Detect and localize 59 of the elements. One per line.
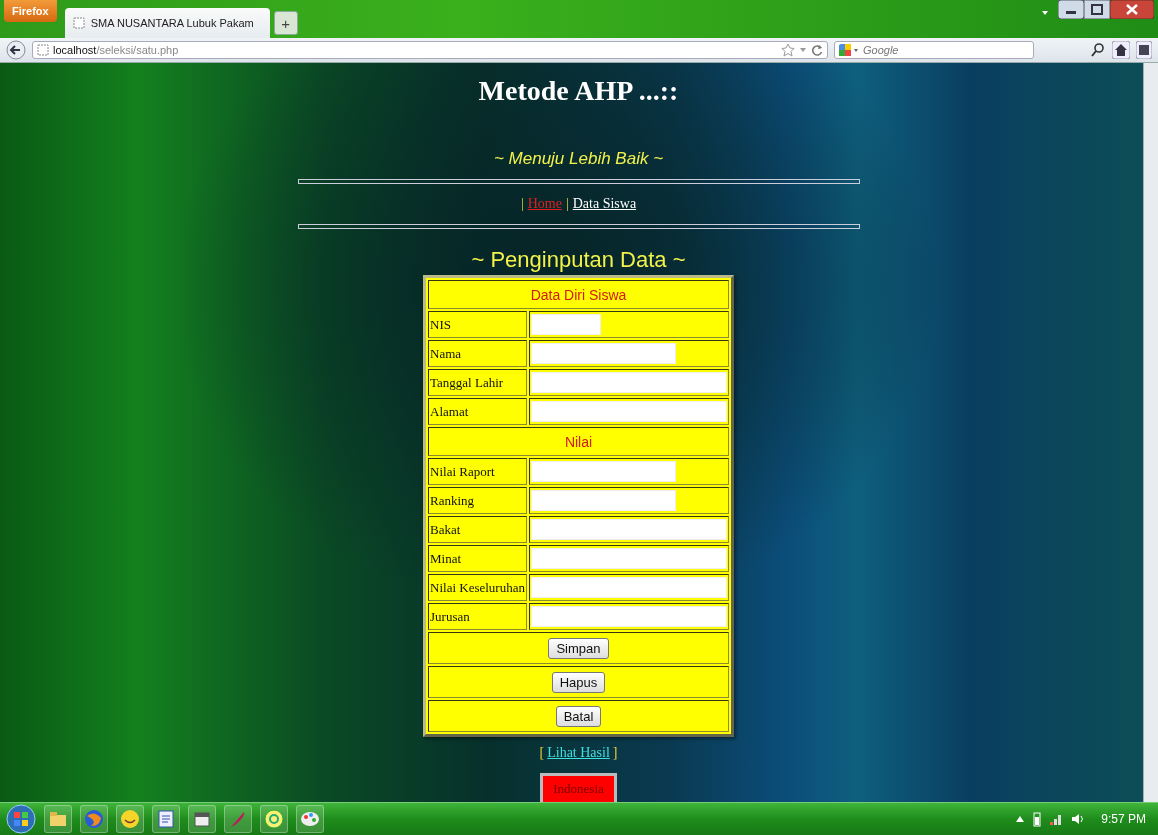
maximize-button[interactable] [1084,0,1110,19]
field-label: Nilai Raport [428,458,527,485]
minimize-button[interactable] [1058,0,1084,19]
close-button[interactable] [1110,0,1154,19]
field-label: Bakat [428,516,527,543]
signal-icon[interactable] [1049,812,1064,826]
search-box[interactable]: Google [834,41,1034,59]
input-field[interactable] [530,490,676,511]
circle-icon[interactable] [263,808,285,830]
field-label: Minat [428,545,527,572]
start-button[interactable] [6,804,36,834]
smiley-icon[interactable] [119,808,141,830]
clock-text: 9:57 PM [1101,812,1146,826]
form-button[interactable]: Batal [555,705,602,727]
nav-link[interactable]: Data Siswa [572,196,637,212]
input-field[interactable] [530,577,727,598]
field-label: Jurusan [428,603,527,630]
separator-text: | [520,196,524,212]
field-label: NIS [428,311,527,338]
page-icon [37,44,49,56]
section-header: Data Diri Siswa [428,280,729,309]
field-label: Alamat [428,398,527,425]
page-icon [72,17,85,29]
bookmark-icon[interactable] [1136,41,1152,59]
address-text[interactable]: localhost/seleksi/satu.php [53,44,179,56]
form-button[interactable]: Simpan [548,637,609,659]
input-field[interactable] [530,519,727,540]
browser-tab[interactable]: SMA NUSANTARA Lubuk Pakam [64,8,270,38]
tagline: ~ Menuju Lebih Baik ~ [493,149,664,169]
input-field[interactable] [530,461,676,482]
field-label: Ranking [428,487,527,514]
browser-icon[interactable] [83,808,105,830]
bracket-text: [ [539,745,545,761]
form-heading: ~ Penginputan Data ~ [471,247,686,273]
separator-text: | [565,196,569,212]
input-field[interactable] [530,401,727,422]
result-link[interactable]: Lihat Hasil [547,745,610,761]
input-field[interactable] [530,548,727,569]
document-icon[interactable] [155,808,177,830]
input-field[interactable] [530,314,601,335]
field-label: Nama [428,340,527,367]
section-header: Nilai [428,427,729,456]
scrollbar[interactable] [1143,63,1158,802]
input-field[interactable] [530,606,727,627]
input-field[interactable] [530,372,727,393]
reload-icon[interactable] [811,44,823,56]
field-label: Tanggal Lahir [428,369,527,396]
input-field[interactable] [530,343,676,364]
bracket-text: ] [612,745,618,761]
search-engine-icon[interactable] [838,43,860,57]
search-icon[interactable] [1090,42,1106,58]
star-icon[interactable] [781,43,795,57]
home-icon[interactable] [1112,41,1130,59]
form-button[interactable]: Hapus [551,671,606,693]
battery-icon[interactable] [1033,811,1042,827]
up-arrow-icon[interactable] [1015,814,1026,824]
new-tab-button[interactable]: + [273,11,298,35]
field-label: Nilai Keseluruhan [428,574,527,601]
page-title: Metode AHP ...:: [478,75,679,105]
